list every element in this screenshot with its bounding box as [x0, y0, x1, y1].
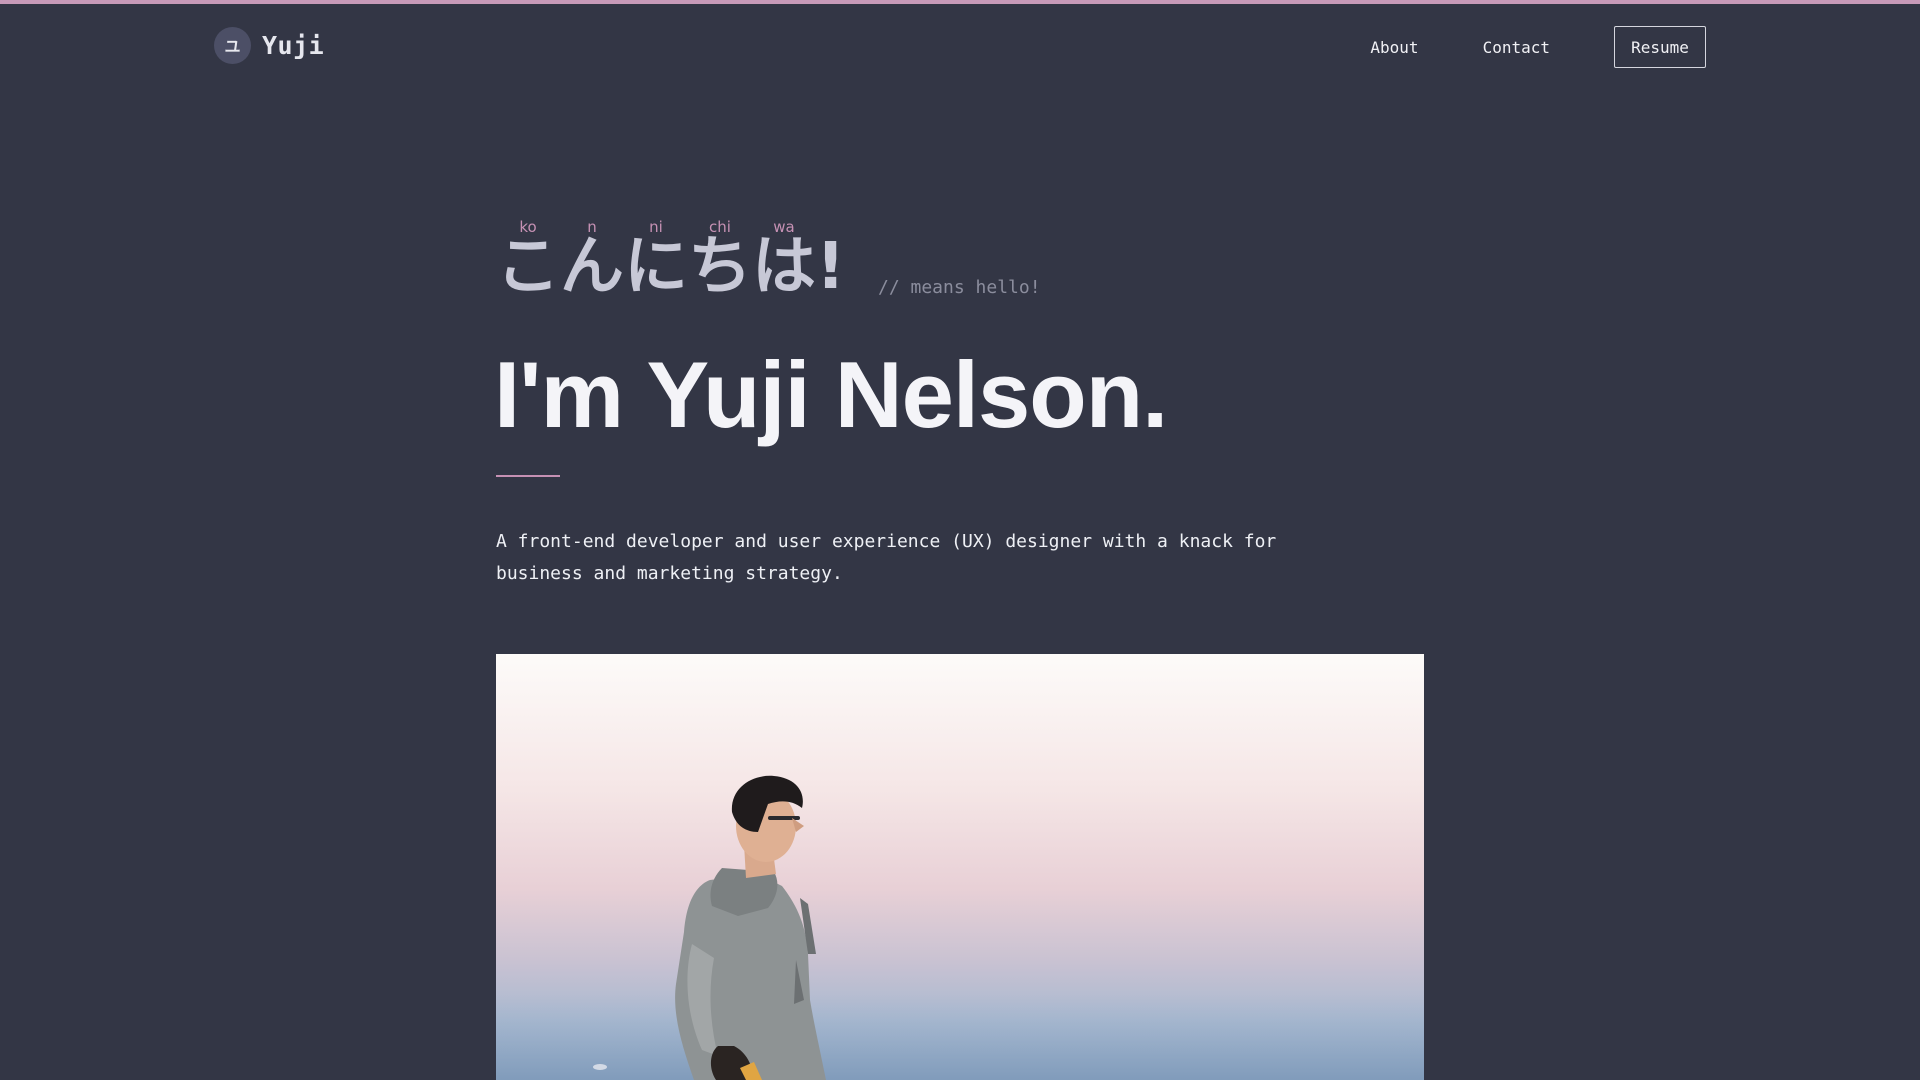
nav-about-link[interactable]: About: [1370, 38, 1418, 57]
kana-ko: こ: [496, 230, 560, 304]
site-logo[interactable]: ユ Yuji: [214, 26, 324, 64]
ruby-n: n: [587, 218, 597, 236]
hero-photo: [496, 654, 1424, 1080]
hero-intro: A front-end developer and user experienc…: [496, 531, 1277, 584]
ruby-ni: ni: [649, 218, 663, 236]
nav-contact-link[interactable]: Contact: [1483, 38, 1550, 57]
accent-divider: [496, 475, 560, 477]
ruby-ko: ko: [519, 218, 537, 236]
logo-name: Yuji: [262, 30, 325, 60]
kana-n: ん: [560, 230, 624, 304]
resume-button[interactable]: Resume: [1614, 26, 1706, 68]
ruby-wa: wa: [773, 218, 795, 236]
hero-title: I'm Yuji Nelson.: [494, 342, 1168, 447]
kana-exclamation: !: [816, 230, 846, 304]
kana-chi: ち: [688, 230, 752, 304]
greeting-char-wa: wa は: [752, 218, 816, 308]
greeting-char-n: n ん: [560, 218, 624, 308]
kana-ni: に: [624, 230, 688, 304]
kana-wa: は: [752, 230, 816, 304]
site-header: ユ Yuji About Contact Resume: [0, 4, 1920, 84]
greeting-char-exclamation: !: [816, 226, 846, 308]
greeting-char-ko: ko こ: [496, 218, 560, 308]
main-nav: About Contact Resume: [1370, 26, 1706, 68]
greeting-char-ni: ni に: [624, 218, 688, 308]
greeting-translation-note: // means hello!: [878, 277, 1041, 298]
japanese-greeting: ko こ n ん ni に chi ち wa は ! // means hell…: [496, 218, 1041, 308]
logo-glyph: ユ: [224, 37, 241, 56]
greeting-kana-group: ko こ n ん ni に chi ち wa は !: [496, 218, 846, 308]
logo-badge-icon: ユ: [214, 26, 251, 64]
ruby-chi: chi: [709, 218, 731, 236]
greeting-char-chi: chi ち: [688, 218, 752, 308]
portrait-photo-illustration: [496, 654, 1424, 1080]
